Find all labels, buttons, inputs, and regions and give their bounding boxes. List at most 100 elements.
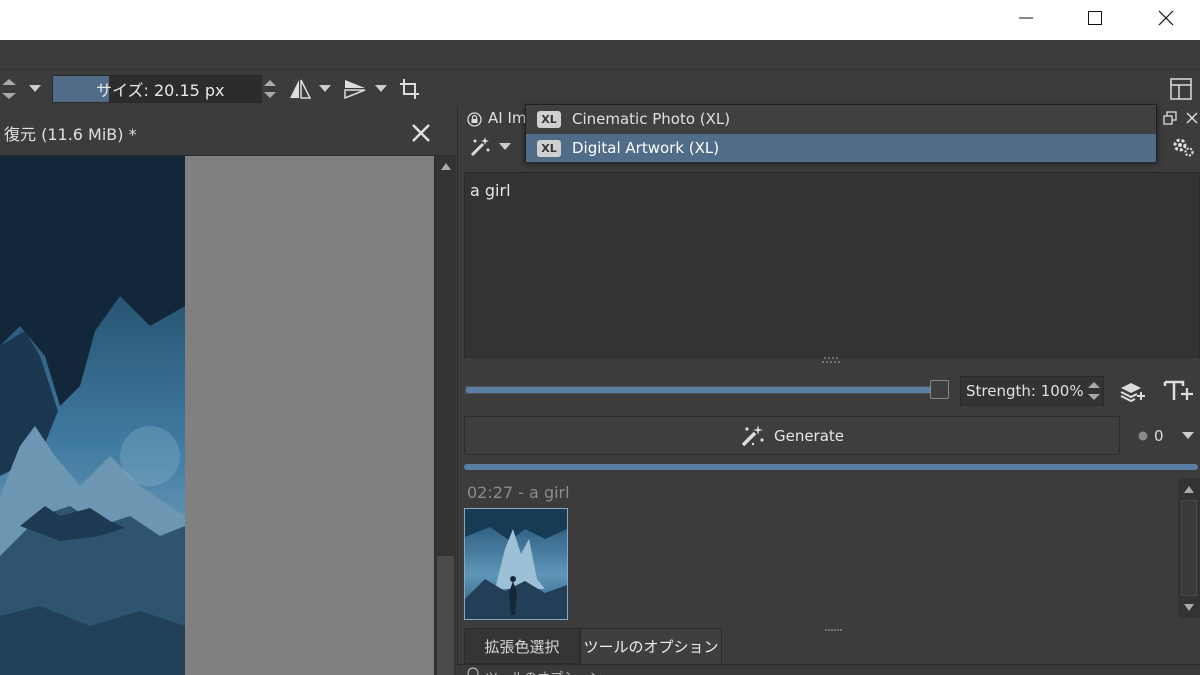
prompt-text: a girl <box>470 181 511 200</box>
workspace-layout-icon <box>1170 78 1192 100</box>
style-dropdown-popup: XL Cinematic Photo (XL) XL Digital Artwo… <box>525 104 1157 162</box>
docker-title: AI Im <box>488 109 527 127</box>
lock-icon <box>467 667 479 675</box>
size-label: サイズ: 20.15 px <box>96 81 225 100</box>
history-scroll-up[interactable] <box>1178 480 1200 498</box>
chevron-down-icon <box>29 85 41 92</box>
splitter-handle[interactable] <box>824 618 844 631</box>
mirror-horizontal-icon <box>290 79 311 99</box>
prompt-resize-handle[interactable] <box>821 349 843 363</box>
scroll-thumb[interactable] <box>437 556 454 675</box>
tool-options-header-title: ツールのオプション <box>467 667 602 675</box>
mirror-vertical-dropdown[interactable] <box>374 84 388 94</box>
maximize-button[interactable] <box>1072 0 1118 36</box>
close-document-button[interactable] <box>408 121 434 145</box>
docker-close-button[interactable] <box>1184 110 1200 126</box>
style-option-cinematic-photo[interactable]: XL Cinematic Photo (XL) <box>526 105 1156 133</box>
add-text-prompt-button[interactable] <box>1162 378 1196 404</box>
generate-mode-dropdown[interactable] <box>498 142 512 152</box>
generate-label: Generate <box>773 426 845 445</box>
tab-tool-options[interactable]: ツールのオプション <box>580 628 722 664</box>
minimize-icon <box>1019 17 1033 19</box>
mirror-vertical-icon <box>344 80 366 100</box>
queue-dropdown[interactable] <box>1180 430 1196 442</box>
generate-button[interactable]: Generate <box>464 416 1120 455</box>
queue-count: 0 <box>1154 427 1164 445</box>
lock-icon <box>466 111 482 127</box>
layers-add-icon <box>1120 383 1145 403</box>
add-control-layer-button[interactable] <box>1118 378 1148 404</box>
text-add-icon <box>1163 380 1193 400</box>
strength-slider[interactable] <box>465 386 941 394</box>
brush-size-field[interactable]: サイズ: 20.15 px <box>52 75 262 103</box>
history-scrollbar[interactable] <box>1178 478 1200 618</box>
size-spinner[interactable] <box>261 75 279 103</box>
gears-icon <box>1173 138 1194 157</box>
close-icon <box>412 124 430 142</box>
crop-icon <box>400 79 419 99</box>
mirror-horizontal-dropdown[interactable] <box>318 84 332 94</box>
maximize-icon <box>1088 11 1102 25</box>
xl-badge-icon: XL <box>537 110 561 128</box>
history-scroll-down[interactable] <box>1178 598 1200 616</box>
bottom-tab-bar: 拡張色選択 ツールのオプション <box>464 628 1200 664</box>
queue-dot-icon <box>1138 431 1148 441</box>
crop-button[interactable] <box>398 78 422 100</box>
magic-wand-icon <box>470 137 490 157</box>
resize-grip-icon <box>822 357 840 363</box>
close-window-button[interactable] <box>1143 0 1189 36</box>
style-option-digital-artwork[interactable]: XL Digital Artwork (XL) <box>526 134 1156 162</box>
spin-arrows-icon <box>2 79 16 99</box>
canvas-vertical-scrollbar[interactable] <box>434 156 456 675</box>
document-title: 復元 (11.6 MiB) * <box>4 125 137 144</box>
magic-wand-icon <box>741 424 764 446</box>
menu-bar <box>0 40 1200 70</box>
document-tab[interactable]: 復元 (11.6 MiB) * <box>0 110 455 156</box>
docker-float-button[interactable] <box>1162 110 1178 126</box>
chevron-down-icon <box>499 143 511 150</box>
tool-options-docker-header: ツールのオプション <box>457 664 1200 675</box>
mirror-vertical-button[interactable] <box>343 78 367 100</box>
strength-spinner[interactable] <box>1085 377 1103 405</box>
xl-badge-icon: XL <box>537 139 561 157</box>
spin-arrows-icon <box>264 80 276 98</box>
chevron-down-icon <box>1184 603 1194 611</box>
title-bar <box>0 0 1200 40</box>
artwork-illustration <box>0 156 185 675</box>
generation-progress-bar <box>464 464 1198 470</box>
close-icon <box>1186 112 1198 124</box>
prev-spinner[interactable] <box>0 75 18 103</box>
strength-slider-handle[interactable] <box>930 380 949 399</box>
scroll-up-button[interactable] <box>435 156 456 176</box>
chevron-down-icon <box>375 85 387 92</box>
chevron-down-icon <box>319 85 331 92</box>
artwork-image <box>0 156 185 675</box>
history-thumbnail[interactable] <box>464 508 568 620</box>
canvas[interactable] <box>0 156 434 675</box>
workspace-button[interactable] <box>1170 78 1192 100</box>
close-icon <box>1158 10 1174 26</box>
style-option-label: Digital Artwork (XL) <box>572 139 720 157</box>
history-item-label: 02:27 - a girl <box>467 483 570 502</box>
strength-field[interactable]: Strength: 100% <box>960 376 1104 406</box>
spin-arrows-icon <box>1088 382 1100 400</box>
prompt-textarea[interactable]: a girl <box>464 172 1200 363</box>
mirror-horizontal-button[interactable] <box>288 78 312 100</box>
dropdown-chevron-button[interactable] <box>26 80 44 98</box>
tool-options-header-label: ツールのオプション <box>485 667 602 675</box>
minimize-button[interactable] <box>1003 0 1049 36</box>
tab-advanced-color-selector[interactable]: 拡張色選択 <box>464 628 580 664</box>
strength-slider-fill <box>466 387 940 393</box>
style-option-label: Cinematic Photo (XL) <box>572 110 731 128</box>
progress-fill <box>464 464 1198 470</box>
chevron-up-icon <box>1184 485 1194 493</box>
chevron-up-icon <box>440 162 451 170</box>
settings-button[interactable] <box>1170 136 1196 158</box>
float-window-icon <box>1163 111 1177 125</box>
chevron-down-icon <box>1182 432 1194 439</box>
generate-mode-button[interactable] <box>468 136 492 158</box>
docker-lock-button[interactable] <box>466 111 482 127</box>
strength-label: Strength: 100% <box>966 382 1084 400</box>
thumbnail-image <box>465 509 567 619</box>
history-scroll-thumb[interactable] <box>1181 500 1197 596</box>
